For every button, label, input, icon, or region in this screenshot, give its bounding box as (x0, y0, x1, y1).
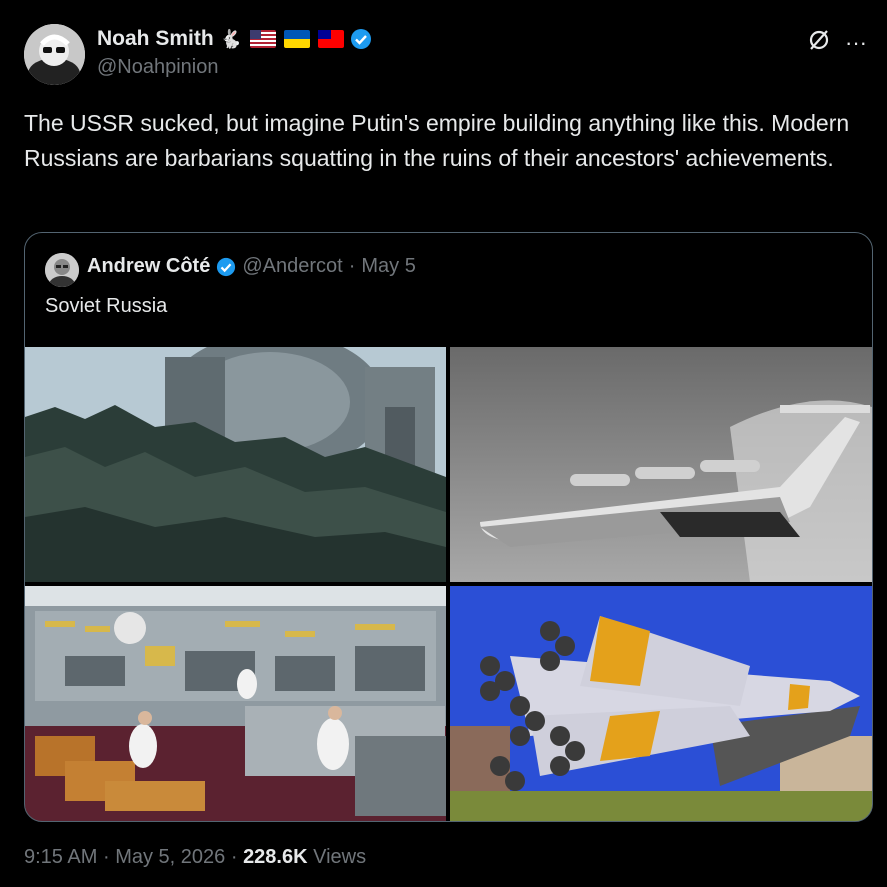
author-avatar[interactable] (24, 24, 85, 85)
top-actions: ··· (807, 28, 867, 58)
footer-separator: · (102, 846, 110, 868)
verified-badge-icon (350, 28, 372, 50)
quoted-date: May 5 (361, 255, 416, 277)
taiwan-flag-icon (318, 30, 345, 48)
tweet-footer: 9:15 AM · May 5, 2026 · 228.6K Views (24, 846, 366, 869)
author-name[interactable]: Noah Smith (97, 27, 214, 51)
quoted-author-handle: @Andercot (242, 255, 343, 277)
verified-badge-icon (216, 257, 236, 277)
media-grid (25, 347, 872, 821)
views-count: 228.6K (243, 846, 308, 868)
footer-separator: · (230, 846, 238, 868)
rabbit-emoji: 🐇 (219, 28, 243, 49)
grok-icon[interactable] (807, 28, 831, 58)
tweet-time[interactable]: 9:15 AM (24, 846, 97, 868)
quoted-author-name: Andrew Côté (87, 255, 211, 277)
more-icon[interactable]: ··· (845, 30, 867, 56)
us-flag-icon (250, 30, 277, 48)
rocket-image[interactable] (450, 586, 872, 821)
author-name-row: Noah Smith 🐇 (97, 24, 372, 54)
quoted-separator: · (348, 255, 356, 277)
tweet-text: The USSR sucked, but imagine Putin's emp… (24, 110, 850, 171)
ekranoplan-image[interactable] (450, 347, 872, 582)
quoted-author-avatar[interactable] (45, 253, 79, 287)
control-room-image[interactable] (25, 586, 446, 821)
quoted-text: Soviet Russia (45, 295, 168, 317)
quoted-header: Andrew Côté @Andercot · May 5 (87, 255, 416, 278)
quoted-tweet[interactable]: Andrew Côté @Andercot · May 5 Soviet Rus… (24, 232, 873, 822)
views-label: Views (313, 846, 367, 868)
radio-telescope-image[interactable] (25, 347, 446, 582)
ukraine-flag-icon (284, 30, 311, 48)
author-handle[interactable]: @Noahpinion (97, 56, 219, 79)
tweet-date[interactable]: May 5, 2026 (115, 846, 225, 868)
